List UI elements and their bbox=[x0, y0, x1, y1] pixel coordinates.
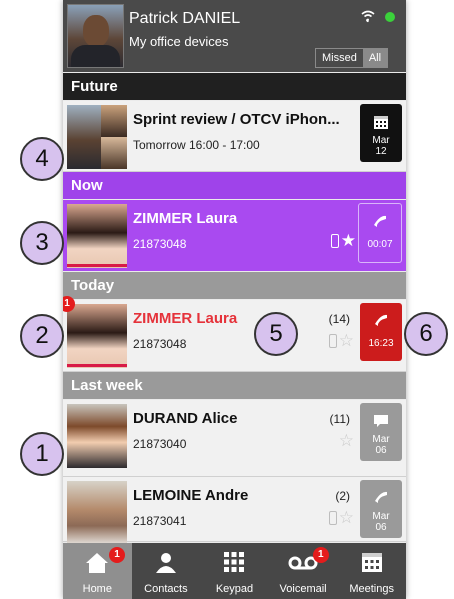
call-count: (11) bbox=[329, 412, 350, 426]
phone-screen: Patrick DANIEL My office devices Missed … bbox=[63, 0, 406, 599]
contact-name: ZIMMER Laura bbox=[133, 210, 238, 227]
call-count: (2) bbox=[335, 489, 350, 503]
row-status-icons: ☆ bbox=[328, 332, 354, 349]
user-name: Patrick DANIEL bbox=[129, 10, 241, 27]
tab-home[interactable]: 1 Home bbox=[63, 543, 132, 599]
callout-4: 4 bbox=[20, 137, 64, 181]
tab-contacts[interactable]: Contacts bbox=[132, 543, 201, 599]
callout-2: 2 bbox=[20, 314, 64, 358]
missed-call-row[interactable]: 1 ZIMMER Laura 21873048 (14) ☆ 16:23 bbox=[63, 296, 406, 372]
mobile-icon bbox=[330, 234, 339, 248]
tab-label: Contacts bbox=[144, 583, 188, 595]
tab-label: Home bbox=[82, 583, 112, 595]
presence-status-dot bbox=[385, 12, 395, 22]
history-row[interactable]: LEMOINE Andre 21873041 (2) ☆ Mar 06 bbox=[63, 477, 406, 545]
meeting-calendar-button[interactable]: Mar 12 bbox=[360, 104, 402, 162]
active-call-indicator bbox=[67, 264, 127, 267]
history-date-day: 06 bbox=[375, 445, 387, 456]
contact-name: DURAND Alice bbox=[133, 410, 238, 427]
callout-1: 1 bbox=[20, 432, 64, 476]
mobile-icon bbox=[328, 511, 337, 525]
home-icon bbox=[86, 553, 109, 573]
contact-avatar bbox=[67, 304, 127, 368]
keypad-icon bbox=[224, 552, 245, 572]
section-today: Today bbox=[63, 272, 406, 299]
phone-icon bbox=[374, 215, 386, 227]
bottom-tab-bar: 1 Home Contacts Keypad 1 Voicemail Meeti… bbox=[63, 543, 406, 599]
call-time: 16:23 bbox=[368, 338, 394, 349]
voicemail-badge: 1 bbox=[312, 547, 329, 563]
contact-name: LEMOINE Andre bbox=[133, 487, 249, 504]
calendar-icon bbox=[374, 116, 388, 129]
home-badge: 1 bbox=[109, 547, 125, 563]
star-icon[interactable]: ☆ bbox=[339, 332, 354, 349]
meeting-participants-avatar bbox=[67, 105, 127, 169]
tab-label: Meetings bbox=[349, 583, 394, 595]
meeting-date-month: Mar bbox=[372, 135, 390, 146]
tab-label: Voicemail bbox=[279, 583, 327, 595]
callout-5: 5 bbox=[254, 312, 298, 356]
meeting-row[interactable]: Sprint review / OTCV iPhon... Tomorrow 1… bbox=[63, 101, 406, 172]
tab-label: Keypad bbox=[215, 583, 254, 595]
contact-icon bbox=[155, 553, 176, 573]
section-future: Future bbox=[63, 73, 406, 100]
contact-number: 21873041 bbox=[133, 514, 187, 528]
star-icon[interactable]: ☆ bbox=[339, 432, 354, 449]
device-subtitle[interactable]: My office devices bbox=[129, 34, 228, 49]
filter-missed-button[interactable]: Missed bbox=[316, 49, 363, 67]
tab-meetings[interactable]: Meetings bbox=[337, 543, 406, 599]
phone-icon bbox=[375, 491, 387, 503]
contact-avatar bbox=[67, 481, 127, 545]
row-status-icons: ☆ bbox=[328, 509, 354, 526]
active-call-row[interactable]: ZIMMER Laura 21873048 ★ 00:07 bbox=[63, 200, 406, 271]
callout-6: 6 bbox=[404, 312, 448, 356]
call-button[interactable]: 00:07 bbox=[358, 203, 402, 263]
meeting-title: Sprint review / OTCV iPhon... bbox=[133, 111, 340, 128]
callout-3: 3 bbox=[20, 221, 64, 265]
app-header: Patrick DANIEL My office devices Missed … bbox=[63, 0, 406, 72]
history-row[interactable]: DURAND Alice 21873040 (11) ☆ Mar 06 bbox=[63, 400, 406, 477]
history-date-month: Mar bbox=[372, 511, 390, 522]
contact-avatar bbox=[67, 204, 127, 268]
star-icon[interactable]: ★ bbox=[341, 232, 356, 249]
meetings-icon bbox=[361, 553, 382, 572]
call-button[interactable]: Mar 06 bbox=[360, 480, 402, 538]
history-date-day: 06 bbox=[375, 522, 387, 533]
mobile-icon bbox=[328, 334, 337, 348]
missed-all-filter: Missed All bbox=[315, 48, 389, 68]
contact-number: 21873040 bbox=[133, 437, 187, 451]
star-icon[interactable]: ☆ bbox=[339, 509, 354, 526]
row-status-icons: ☆ bbox=[329, 432, 354, 449]
meeting-time: Tomorrow 16:00 - 17:00 bbox=[133, 138, 260, 152]
wifi-phone-icon bbox=[361, 10, 375, 23]
history-date-month: Mar bbox=[372, 434, 390, 445]
callback-button[interactable]: 16:23 bbox=[360, 303, 402, 361]
tab-keypad[interactable]: Keypad bbox=[200, 543, 269, 599]
meeting-date-day: 12 bbox=[375, 146, 387, 157]
missed-call-indicator bbox=[67, 364, 127, 367]
phone-icon bbox=[375, 314, 387, 326]
section-now: Now bbox=[63, 172, 406, 199]
section-last-week: Last week bbox=[63, 372, 406, 399]
user-avatar[interactable] bbox=[67, 4, 124, 68]
contact-name: ZIMMER Laura bbox=[133, 310, 238, 327]
filter-all-button[interactable]: All bbox=[362, 49, 388, 67]
contact-avatar bbox=[67, 404, 127, 468]
call-count: (14) bbox=[328, 312, 350, 326]
row-status-icons: ★ bbox=[330, 232, 356, 249]
call-duration: 00:07 bbox=[367, 239, 393, 250]
tab-voicemail[interactable]: 1 Voicemail bbox=[269, 543, 338, 599]
chat-icon bbox=[374, 415, 388, 427]
contact-number: 21873048 bbox=[133, 237, 187, 251]
message-button[interactable]: Mar 06 bbox=[360, 403, 402, 461]
contact-number: 21873048 bbox=[133, 337, 187, 351]
